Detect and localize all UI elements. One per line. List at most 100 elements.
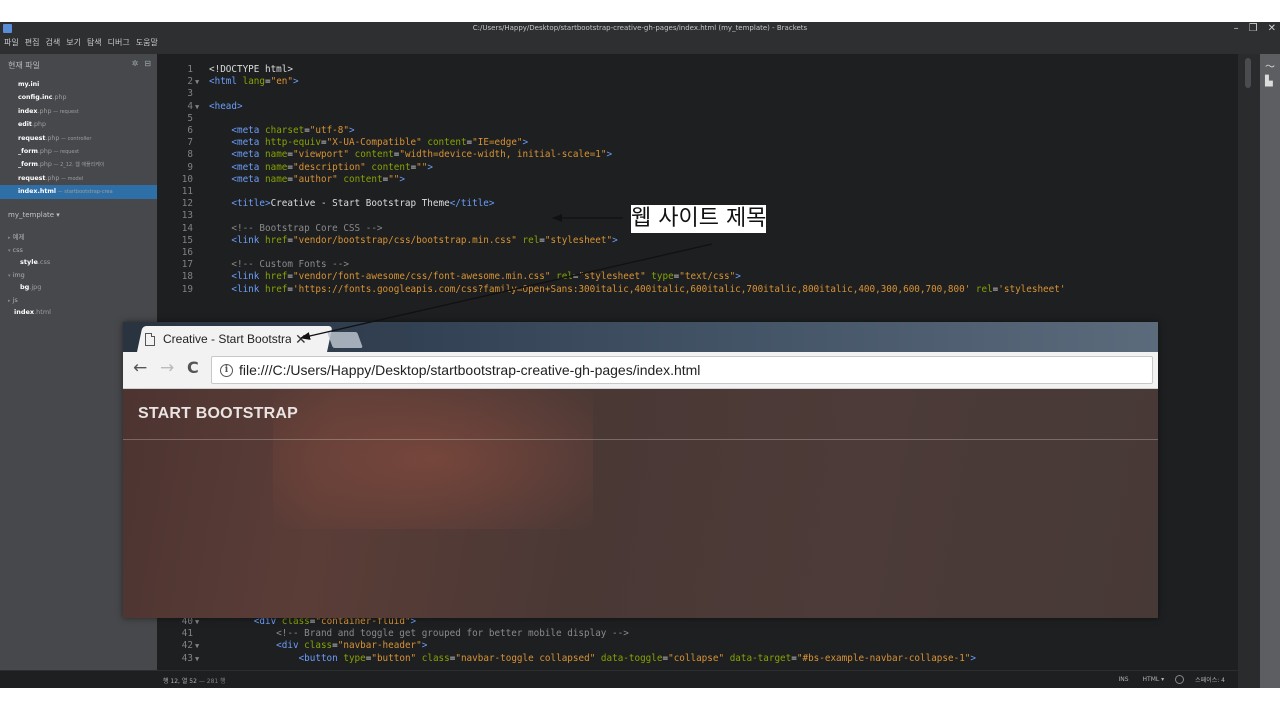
- tree-folder[interactable]: ▾ css: [0, 244, 157, 257]
- file-name: _form: [18, 161, 38, 169]
- menu-item[interactable]: 도움말: [136, 37, 158, 48]
- working-file-item[interactable]: my.ini: [0, 78, 157, 91]
- working-file-item[interactable]: request.php — controller: [0, 132, 157, 145]
- scrollbar-thumb[interactable]: [1245, 58, 1251, 88]
- tree-file[interactable]: style.css: [0, 256, 157, 269]
- code-token: class: [304, 640, 333, 652]
- code-token: <link: [231, 271, 260, 283]
- code-token: <head>: [209, 100, 243, 112]
- code-line[interactable]: 18 <link href="vendor/font-awesome/css/f…: [157, 271, 741, 283]
- code-line[interactable]: 4 ▼ <head>: [157, 100, 243, 113]
- code-token: type: [343, 652, 366, 664]
- collapsed-arrow-icon[interactable]: ▸: [8, 298, 11, 304]
- working-file-item[interactable]: _form.php — 2_12. 웹 애플리케이: [0, 158, 157, 171]
- menu-item[interactable]: 탐색: [87, 37, 102, 48]
- working-file-item[interactable]: _form.php — request: [0, 145, 157, 158]
- menu-item[interactable]: 보기: [66, 37, 81, 48]
- file-context: — startbootstrap-crea: [56, 189, 113, 196]
- code-line[interactable]: 2 ▼ <html lang="en">: [157, 76, 298, 88]
- working-file-item[interactable]: request.php — model: [0, 172, 157, 185]
- code-line[interactable]: 9 <meta name="description" content="">: [157, 162, 433, 174]
- code-line[interactable]: 11: [157, 186, 209, 198]
- back-button[interactable]: ←: [133, 358, 147, 378]
- code-line[interactable]: 14 <!-- Bootstrap Core CSS -->: [157, 223, 383, 235]
- info-icon[interactable]: i: [220, 363, 233, 377]
- fold-toggle-icon[interactable]: ▼: [193, 640, 209, 652]
- code-line[interactable]: 17 <!-- Custom Fonts -->: [157, 259, 349, 271]
- expanded-arrow-icon[interactable]: ▾: [8, 248, 11, 254]
- expanded-arrow-icon[interactable]: ▾: [8, 273, 11, 279]
- code-line[interactable]: 1 <!DOCTYPE html>: [157, 64, 293, 76]
- code-line[interactable]: 7 <meta http-equiv="X-UA-Compatible" con…: [157, 137, 528, 149]
- insert-mode-toggle[interactable]: INS: [1115, 675, 1131, 684]
- code-line[interactable]: 43 ▼ <button type="button" class="navbar-…: [157, 653, 976, 665]
- indent-setting[interactable]: 스페이스: 4: [1192, 674, 1228, 685]
- status-right: INS HTML ▾ 스페이스: 4: [1115, 674, 1228, 685]
- linter-status-icon[interactable]: [1175, 675, 1185, 684]
- code-token: "navbar-header": [337, 640, 422, 652]
- code-line[interactable]: 8 <meta name="viewport" content="width=d…: [157, 149, 612, 161]
- working-file-item[interactable]: edit.php: [0, 118, 157, 131]
- tree-folder[interactable]: ▸ 예제: [0, 231, 157, 244]
- working-file-item[interactable]: config.inc.php: [0, 91, 157, 104]
- tree-file[interactable]: bg.jpg: [0, 281, 157, 294]
- close-button[interactable]: ✕: [1268, 23, 1276, 34]
- tab-close-icon[interactable]: ✕: [295, 331, 307, 348]
- live-preview-icon[interactable]: 〜: [1265, 58, 1275, 73]
- tree-folder[interactable]: ▾ img: [0, 269, 157, 282]
- annotation-label: 웹 사이트 제목: [631, 205, 767, 233]
- extension-manager-icon[interactable]: ▙: [1265, 76, 1273, 87]
- tree-file[interactable]: index.html: [0, 306, 157, 319]
- file-extension: .php: [52, 94, 67, 102]
- code-line[interactable]: 5: [157, 113, 209, 125]
- file-extension: .php: [45, 174, 60, 182]
- code-line[interactable]: 6 <meta charset="utf-8">: [157, 125, 354, 137]
- menu-item[interactable]: 검색: [45, 37, 60, 48]
- site-brand-link[interactable]: START BOOTSTRAP: [138, 405, 298, 423]
- menu-item[interactable]: 편집: [25, 37, 40, 48]
- project-title[interactable]: my_template ▾: [8, 211, 60, 219]
- address-bar[interactable]: i file:///C:/Users/Happy/Desktop/startbo…: [211, 356, 1153, 384]
- line-number: 4: [187, 100, 193, 112]
- code-token: "vendor/font-awesome/css/font-awesome.mi…: [293, 271, 551, 283]
- browser-tab[interactable]: Creative - Start Bootstrap Theme ✕: [145, 330, 307, 348]
- fold-toggle-icon[interactable]: ▼: [193, 653, 209, 665]
- minimize-button[interactable]: –: [1234, 23, 1239, 34]
- fold-toggle-icon[interactable]: ▼: [193, 76, 209, 88]
- editor-scrollbar[interactable]: [1238, 54, 1260, 688]
- new-tab-button[interactable]: [327, 332, 363, 348]
- code-line[interactable]: 42 ▼ <div class="navbar-header">: [157, 640, 428, 652]
- maximize-button[interactable]: ❐: [1249, 23, 1258, 34]
- code-line[interactable]: 3: [157, 88, 209, 100]
- code-line[interactable]: 19 <link href='https://fonts.googleapis.…: [157, 284, 1066, 296]
- code-line[interactable]: 16: [157, 247, 209, 259]
- code-line[interactable]: 13: [157, 210, 209, 222]
- tree-item-extension: .css: [37, 258, 51, 266]
- code-token: class: [421, 652, 450, 664]
- line-number: 3: [187, 88, 193, 100]
- gear-icon[interactable]: ✲: [132, 59, 139, 68]
- fold-toggle-icon[interactable]: ▼: [193, 101, 209, 113]
- working-file-item[interactable]: index.html — startbootstrap-crea: [0, 185, 157, 199]
- code-line[interactable]: 10 <meta name="author" content="">: [157, 174, 405, 186]
- code-token: "width=device-width, initial-scale=1": [399, 149, 607, 161]
- menu-item[interactable]: 파일: [4, 37, 19, 48]
- split-view-icon[interactable]: ⊟: [144, 59, 151, 68]
- menu-item[interactable]: 디버그: [108, 37, 130, 48]
- line-number: 18: [181, 271, 193, 283]
- code-token: >: [606, 149, 613, 161]
- tree-folder[interactable]: ▸ js: [0, 294, 157, 307]
- code-line[interactable]: 12 <title>Creative - Start Bootstrap The…: [157, 198, 495, 210]
- code-token: <title>: [231, 198, 271, 210]
- working-file-item[interactable]: index.php — request: [0, 105, 157, 118]
- reload-button[interactable]: C: [187, 358, 199, 377]
- forward-button[interactable]: →: [160, 358, 174, 378]
- code-line[interactable]: 15 <link href="vendor/bootstrap/css/boot…: [157, 235, 618, 247]
- working-files-list: my.ini config.inc.php index.php — request e…: [0, 78, 157, 199]
- collapsed-arrow-icon[interactable]: ▸: [8, 235, 11, 241]
- language-selector[interactable]: HTML ▾: [1140, 675, 1168, 684]
- code-line[interactable]: 41 <!-- Brand and toggle get grouped for…: [157, 628, 629, 640]
